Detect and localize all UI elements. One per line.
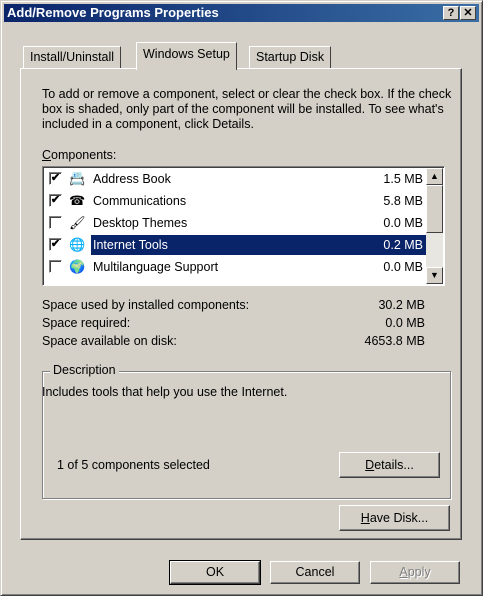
list-item-selected[interactable]: ✔ 🌐 Internet Tools 0.2 MB [45,235,427,255]
components-label: Components: [42,148,117,162]
checkbox[interactable]: ✔ [49,194,62,207]
component-size: 0.2 MB [383,235,427,255]
space-available-value: 4653.8 MB [364,334,425,348]
details-button[interactable]: Details... [339,452,440,478]
list-item[interactable]: ✔ ☎ Communications 5.8 MB [45,191,427,211]
apply-button[interactable]: Apply [370,561,460,584]
component-name: Internet Tools [91,235,170,255]
title-bar[interactable]: Add/Remove Programs Properties ? ✕ [4,4,479,22]
internet-tools-icon: 🌐 [69,237,86,252]
description-text: Includes tools that help you use the Int… [42,385,288,399]
checkbox[interactable] [49,260,62,273]
have-disk-button[interactable]: Have Disk... [339,505,450,531]
space-required-value: 0.0 MB [385,316,425,330]
scroll-thumb[interactable] [426,185,443,233]
multilanguage-icon: 🌍 [69,259,86,274]
checkbox[interactable]: ✔ [49,238,62,251]
checkbox[interactable]: ✔ [49,172,62,185]
desktop-themes-icon: 🖌 [69,215,86,230]
checkbox[interactable] [49,216,62,229]
components-list[interactable]: ✔ 📇 Address Book 1.5 MB ✔ ☎ Communicatio… [42,166,445,286]
intro-text: To add or remove a component, select or … [42,87,452,131]
component-size: 5.8 MB [383,194,423,208]
space-used-value: 30.2 MB [378,298,425,312]
description-title: Description [50,363,119,377]
tab-install-uninstall[interactable]: Install/Uninstall [23,46,122,68]
component-size: 0.0 MB [383,260,423,274]
window-title: Add/Remove Programs Properties [7,5,219,20]
help-button[interactable]: ? [443,6,459,20]
space-used-label: Space used by installed components: [42,298,250,312]
component-size: 0.0 MB [383,216,423,230]
list-item[interactable]: ✔ 📇 Address Book 1.5 MB [45,169,427,189]
component-name: Communications [93,194,187,208]
tab-startup-disk[interactable]: Startup Disk [249,46,332,68]
list-item[interactable]: 🌍 Multilanguage Support 0.0 MB [45,257,427,277]
close-button[interactable]: ✕ [460,6,476,20]
cancel-button[interactable]: Cancel [270,561,360,584]
selected-count: 1 of 5 components selected [57,458,210,472]
communications-icon: ☎ [69,193,86,208]
ok-button[interactable]: OK [169,560,261,585]
vertical-scrollbar[interactable]: ▲ ▼ [426,168,443,284]
component-size: 1.5 MB [383,172,423,186]
list-item[interactable]: 🖌 Desktop Themes 0.0 MB [45,213,427,233]
component-name: Multilanguage Support [93,260,219,274]
space-available-label: Space available on disk: [42,334,177,348]
component-name: Address Book [93,172,171,186]
tab-windows-setup[interactable]: Windows Setup [136,42,237,70]
space-required-label: Space required: [42,316,131,330]
scroll-up-icon[interactable]: ▲ [426,168,443,185]
scroll-down-icon[interactable]: ▼ [426,267,443,284]
address-book-icon: 📇 [69,171,86,186]
component-name: Desktop Themes [93,216,188,230]
